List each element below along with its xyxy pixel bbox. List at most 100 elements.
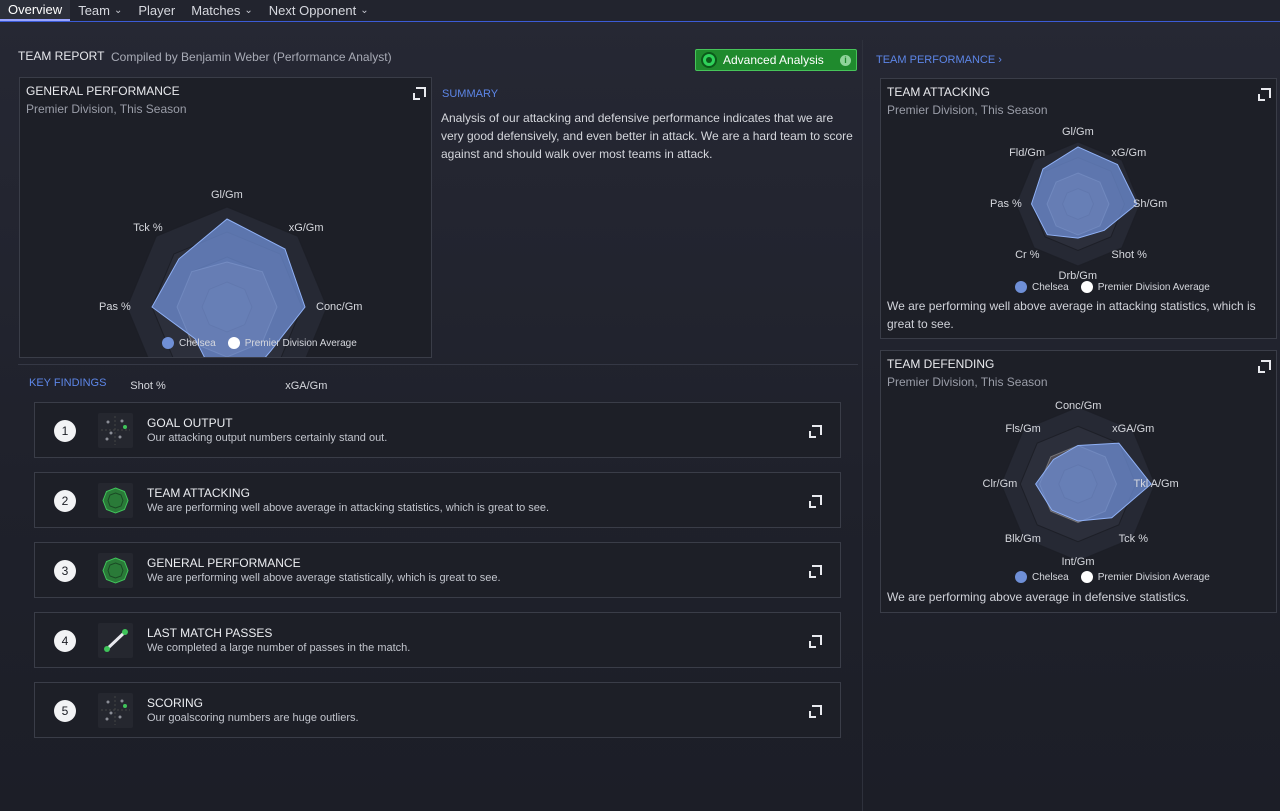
tab-player-label: Player (138, 3, 176, 18)
team-performance-link[interactable]: TEAM PERFORMANCE › (876, 54, 1002, 66)
legend-average-label: Premier Division Average (1097, 571, 1210, 583)
radar-axis-label: Blk/Gm (1004, 533, 1041, 546)
finding-card[interactable]: 4 LAST MATCH PASSES We completed a large… (34, 612, 841, 668)
page-title: TEAM REPORT (18, 49, 105, 63)
finding-number: 4 (54, 630, 76, 652)
expand-icon[interactable] (809, 565, 822, 578)
top-nav: Overview Team ⌄ Player Matches ⌄ Next Op… (0, 0, 1280, 22)
radar-axis-label: Sh/Gm (1133, 198, 1168, 210)
advanced-analysis-button[interactable]: Advanced Analysis i (695, 49, 857, 71)
legend-team-label: Chelsea (1032, 571, 1069, 583)
finding-card[interactable]: 5 SCORING Our goalscoring numbers are hu… (34, 682, 841, 738)
column-divider (862, 40, 863, 811)
section-divider (18, 364, 858, 365)
radar-axis-label: Tck % (133, 221, 163, 234)
radar-axis-label: Pas % (99, 301, 131, 313)
summary-text: Analysis of our attacking and defensive … (441, 111, 853, 161)
finding-title: LAST MATCH PASSES (147, 626, 273, 640)
tab-player[interactable]: Player (130, 0, 183, 21)
radar-axis-label: Shot % (1111, 248, 1147, 261)
radar-axis-label: Clr/Gm (982, 478, 1018, 490)
finding-description: We completed a large number of passes in… (147, 642, 411, 654)
compiled-by-text: Compiled by Benjamin Weber (Performance … (111, 50, 392, 64)
finding-number: 3 (54, 560, 76, 582)
radar-axis-label: Shot % (130, 380, 166, 393)
chevron-right-icon: › (998, 54, 1002, 66)
radar-axis-label: xG/Gm (288, 221, 324, 234)
radar-axis-label: Gl/Gm (211, 189, 243, 201)
finding-title: TEAM ATTACKING (147, 486, 250, 500)
legend-team-label: Chelsea (179, 337, 216, 349)
scatter-plot-icon (98, 413, 133, 448)
radar-axis-label: Fld/Gm (1009, 147, 1046, 160)
radar-chart (126, 206, 328, 357)
radar-axis-label: xGA/Gm (285, 380, 328, 393)
chart-legend: Chelsea Premier Division Average (1015, 281, 1216, 293)
finding-title: GOAL OUTPUT (147, 416, 233, 430)
radar-icon (98, 553, 133, 588)
scatter-plot-icon (98, 693, 133, 728)
legend-team-swatch (1015, 281, 1027, 293)
expand-icon[interactable] (809, 495, 822, 508)
radar-axis-label: Tck % (1118, 533, 1148, 546)
finding-card[interactable]: 1 GOAL OUTPUT Our attacking output numbe… (34, 402, 841, 458)
radar-axis-label: Conc/Gm (1055, 400, 1102, 412)
radar-axis-label: Tkl A/Gm (1133, 478, 1179, 490)
tab-matches-label: Matches (191, 3, 241, 18)
legend-team-swatch (1015, 571, 1027, 583)
chart-legend: Chelsea Premier Division Average (162, 337, 363, 349)
finding-card[interactable]: 3 GENERAL PERFORMANCE We are performing … (34, 542, 841, 598)
finding-card[interactable]: 2 TEAM ATTACKING We are performing well … (34, 472, 841, 528)
advanced-analysis-label: Advanced Analysis (723, 53, 824, 67)
radar-axis-label: Pas % (990, 198, 1022, 210)
legend-team-swatch (162, 337, 174, 349)
radar-icon (98, 483, 133, 518)
tab-overview-label: Overview (8, 2, 63, 17)
chevron-down-icon: ⌄ (360, 5, 369, 16)
legend-average-label: Premier Division Average (1097, 281, 1210, 293)
chevron-down-icon: ⌄ (244, 5, 253, 16)
finding-number: 2 (54, 490, 76, 512)
finding-description: We are performing well above average in … (147, 502, 550, 514)
radar-axis-label: Conc/Gm (316, 301, 363, 313)
finding-number: 5 (54, 700, 76, 722)
radar-axis-label: Gl/Gm (1062, 126, 1094, 138)
finding-description: Our attacking output numbers certainly s… (147, 432, 388, 444)
legend-average-swatch (1080, 281, 1093, 293)
pass-map-icon (98, 623, 133, 658)
finding-title: SCORING (147, 696, 204, 710)
radar-axis-label: Int/Gm (1061, 556, 1095, 568)
team-attacking-panel: TEAM ATTACKING Premier Division, This Se… (880, 78, 1277, 339)
status-ok-icon (701, 52, 717, 68)
legend-average-label: Premier Division Average (244, 337, 357, 349)
expand-icon[interactable] (809, 425, 822, 438)
finding-description: We are performing well above average sta… (147, 572, 501, 584)
finding-number: 1 (54, 420, 76, 442)
tab-next-opponent-label: Next Opponent (268, 3, 357, 18)
tab-overview[interactable]: Overview (0, 0, 71, 21)
finding-description: Our goalscoring numbers are huge outlier… (147, 712, 359, 724)
tab-team[interactable]: Team ⌄ (70, 0, 130, 21)
legend-average-swatch (1080, 571, 1093, 583)
team-performance-label: TEAM PERFORMANCE (876, 54, 996, 66)
legend-average-swatch (227, 337, 240, 349)
radar-axis-label: Fls/Gm (1005, 422, 1041, 435)
team-defending-panel: TEAM DEFENDING Premier Division, This Se… (880, 350, 1277, 613)
panel-description: We are performing well above average in … (887, 299, 1256, 331)
chevron-down-icon: ⌄ (113, 5, 123, 16)
tab-matches[interactable]: Matches ⌄ (183, 0, 261, 21)
summary-heading: SUMMARY (442, 88, 499, 100)
general-performance-panel: GENERAL PERFORMANCE Premier Division, Th… (19, 77, 432, 425)
tab-team-label: Team (78, 3, 110, 18)
legend-team-label: Chelsea (1032, 281, 1069, 293)
finding-title: GENERAL PERFORMANCE (147, 556, 301, 570)
panel-description: We are performing above average in defen… (887, 590, 1189, 604)
radar-axis-label: xG/Gm (1111, 147, 1147, 160)
expand-icon[interactable] (809, 705, 822, 718)
radar-axis-label: Cr % (1015, 248, 1040, 261)
expand-icon[interactable] (809, 635, 822, 648)
chart-legend: Chelsea Premier Division Average (1015, 571, 1216, 583)
radar-axis-label: xGA/Gm (1112, 422, 1155, 435)
tab-next-opponent[interactable]: Next Opponent ⌄ (261, 0, 377, 21)
info-icon[interactable]: i (840, 54, 851, 66)
